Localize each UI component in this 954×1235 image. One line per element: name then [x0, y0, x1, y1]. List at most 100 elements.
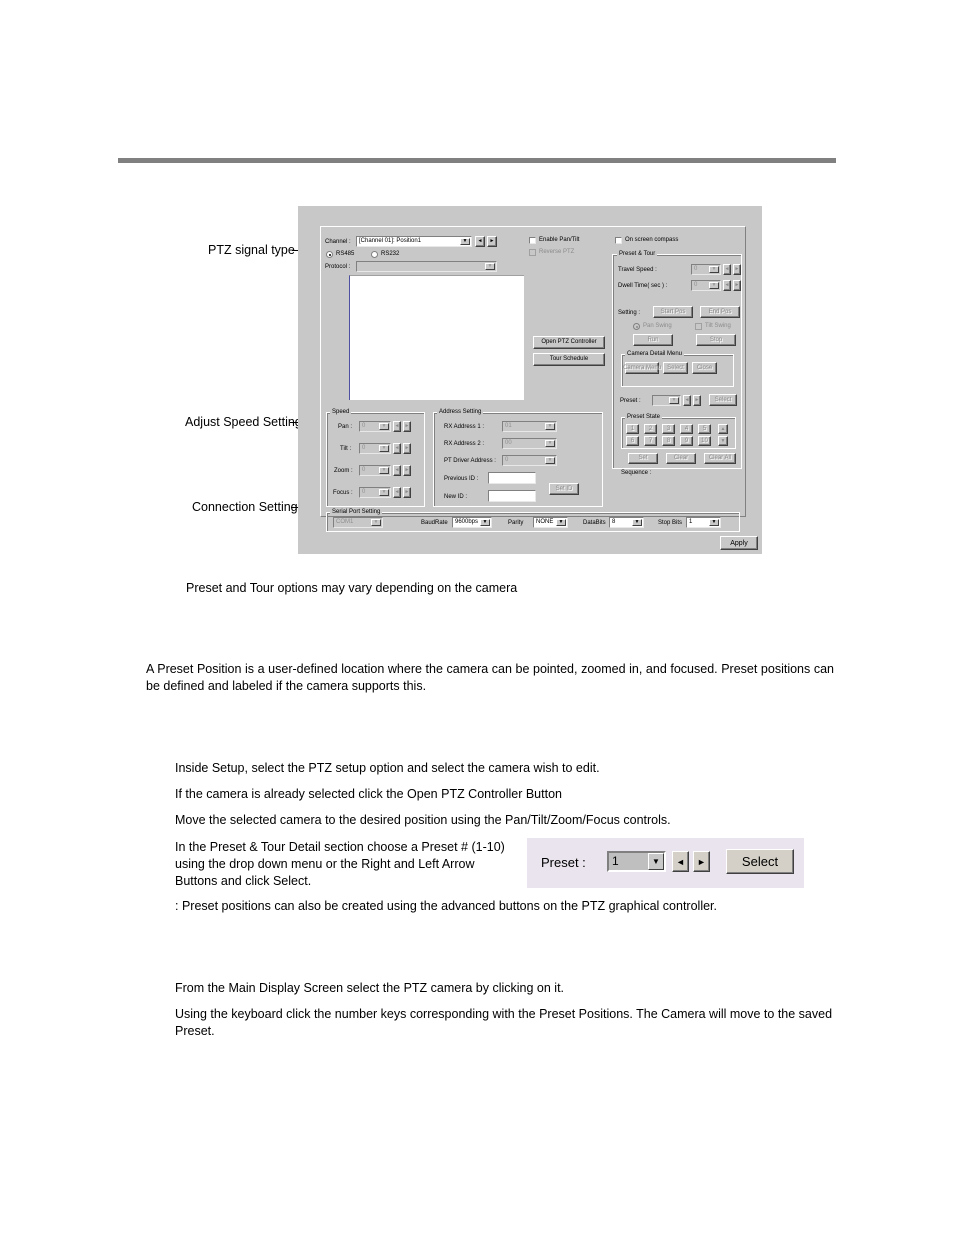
tilt-swing-radio[interactable]: Tilt Swing	[695, 322, 731, 331]
rx-address-2-combo[interactable]: 00 ▼	[502, 438, 557, 449]
preset-state-clear-button[interactable]: Clear	[666, 453, 696, 464]
camera-detail-select-button[interactable]: Select	[663, 362, 688, 374]
preset-state-clear-all-button[interactable]: Clear All	[704, 453, 736, 464]
preset-state-5[interactable]: 5	[698, 424, 711, 434]
dwell-time-combo[interactable]: 0 ▼	[691, 280, 721, 291]
sequence-label: Sequence :	[621, 470, 652, 476]
preset-select-figure: Preset : 1 ▼ ◄ ► Select	[527, 838, 804, 888]
focus-speed-combo[interactable]: 0 ▼	[359, 487, 391, 498]
parity-combo[interactable]: NONE ▼	[533, 517, 568, 528]
chevron-down-icon[interactable]: ▼	[669, 397, 679, 404]
channel-next-button[interactable]: ►	[487, 236, 497, 247]
preset-prev-button[interactable]: ◄	[683, 395, 691, 406]
zoom-speed-prev-button[interactable]: ◄	[393, 465, 401, 476]
rx-address-1-combo[interactable]: 01 ▼	[502, 421, 557, 432]
preset-state-1[interactable]: 1	[626, 424, 639, 434]
preset-state-7[interactable]: 7	[644, 436, 657, 446]
channel-prev-button[interactable]: ◄	[475, 236, 485, 247]
camera-detail-close-button[interactable]: Close	[692, 362, 717, 374]
chevron-down-icon[interactable]: ▼	[485, 263, 495, 270]
preset-state-6[interactable]: 6	[626, 436, 639, 446]
data-bits-combo[interactable]: 8 ▼	[609, 517, 644, 528]
checkbox-icon-reverse-ptz[interactable]	[529, 249, 536, 256]
tilt-speed-next-button[interactable]: ►	[403, 443, 411, 454]
chevron-down-icon[interactable]: ▼	[379, 489, 389, 496]
preset-figure-select-button[interactable]: Select	[726, 849, 794, 874]
radio-icon-rs232[interactable]	[371, 251, 378, 258]
tilt-speed-prev-button[interactable]: ◄	[393, 443, 401, 454]
tour-schedule-button[interactable]: Tour Schedule	[533, 353, 605, 366]
preset-state-3[interactable]: 3	[662, 424, 675, 434]
start-pos-button[interactable]: Start Pos	[653, 306, 693, 318]
chevron-down-icon[interactable]: ▼	[460, 238, 470, 245]
open-ptz-controller-button[interactable]: Open PTZ Controller	[533, 336, 605, 349]
focus-speed-next-button[interactable]: ►	[403, 487, 411, 498]
radio-icon-rs485[interactable]	[326, 251, 333, 258]
signal-type-rs232[interactable]: RS232	[371, 250, 399, 259]
checkbox-icon-on-screen-compass[interactable]	[615, 237, 622, 244]
chevron-down-icon[interactable]: ▼	[556, 519, 566, 526]
dwell-time-next-button[interactable]: ►	[733, 280, 741, 291]
enable-pan-tilt-checkbox[interactable]: Enable Pan/Tilt	[529, 236, 579, 245]
end-pos-button[interactable]: End Pos	[700, 306, 740, 318]
focus-speed-prev-button[interactable]: ◄	[393, 487, 401, 498]
pan-speed-prev-button[interactable]: ◄	[393, 421, 401, 432]
camera-menu-button[interactable]: Camera Menu	[623, 362, 661, 374]
preset-state-set-button[interactable]: Set	[628, 453, 658, 464]
zoom-speed-next-button[interactable]: ►	[403, 465, 411, 476]
preset-figure-combo[interactable]: 1 ▼	[607, 851, 666, 872]
preset-state-scroll-up-button[interactable]: ▲	[718, 424, 728, 434]
travel-speed-combo[interactable]: 0 ▼	[691, 264, 721, 275]
preset-figure-left-arrow-button[interactable]: ◄	[672, 851, 689, 872]
chevron-down-icon[interactable]: ▼	[709, 266, 719, 273]
chevron-down-icon[interactable]: ▼	[709, 519, 719, 526]
preset-figure-right-arrow-button[interactable]: ►	[693, 851, 710, 872]
channel-combo[interactable]: [Channel 01]: Position1 ▼	[356, 236, 472, 247]
radio-icon-pan-swing[interactable]	[633, 323, 640, 330]
radio-icon-tilt-swing[interactable]	[695, 323, 702, 330]
pan-speed-next-button[interactable]: ►	[403, 421, 411, 432]
chevron-down-icon[interactable]: ▼	[545, 440, 555, 447]
run-button[interactable]: Run	[633, 334, 673, 346]
chevron-down-icon[interactable]: ▼	[545, 423, 555, 430]
chevron-down-icon[interactable]: ▼	[545, 457, 555, 464]
chevron-down-icon[interactable]: ▼	[709, 282, 719, 289]
checkbox-icon-enable-pan-tilt[interactable]	[529, 237, 536, 244]
com-port-combo[interactable]: COM1 ▼	[333, 517, 383, 528]
apply-button[interactable]: Apply	[720, 536, 758, 550]
preset-state-10[interactable]: 10	[698, 436, 711, 446]
zoom-speed-combo[interactable]: 0 ▼	[359, 465, 391, 476]
preset-state-4[interactable]: 4	[680, 424, 693, 434]
on-screen-compass-checkbox[interactable]: On screen compass	[615, 236, 678, 245]
new-id-input[interactable]	[488, 490, 536, 502]
pt-driver-address-combo[interactable]: 0 ▼	[502, 455, 557, 466]
preset-state-2[interactable]: 2	[644, 424, 657, 434]
preset-combo[interactable]: ▼	[652, 395, 681, 406]
chevron-down-icon[interactable]: ▼	[632, 519, 642, 526]
travel-speed-prev-button[interactable]: ◄	[723, 264, 731, 275]
stop-bits-combo[interactable]: 1 ▼	[686, 517, 721, 528]
previous-id-input[interactable]	[488, 472, 536, 484]
preset-select-button[interactable]: Select	[709, 394, 737, 406]
chevron-down-icon[interactable]: ▼	[379, 423, 389, 430]
chevron-down-icon[interactable]: ▼	[371, 519, 381, 526]
preset-next-button[interactable]: ►	[693, 395, 701, 406]
chevron-down-icon[interactable]: ▼	[480, 519, 490, 526]
pan-speed-combo[interactable]: 0 ▼	[359, 421, 391, 432]
set-id-button[interactable]: Set ID	[549, 483, 579, 495]
dwell-time-prev-button[interactable]: ◄	[723, 280, 731, 291]
travel-speed-next-button[interactable]: ►	[733, 264, 741, 275]
chevron-down-icon[interactable]: ▼	[379, 445, 389, 452]
preset-state-scroll-down-button[interactable]: ▼	[718, 436, 728, 446]
preset-state-8[interactable]: 8	[662, 436, 675, 446]
reverse-ptz-checkbox[interactable]: Reverse PTZ	[529, 248, 574, 257]
preset-state-9[interactable]: 9	[680, 436, 693, 446]
protocol-combo[interactable]: ▼	[356, 261, 497, 272]
chevron-down-icon[interactable]: ▼	[379, 467, 389, 474]
chevron-down-icon[interactable]: ▼	[648, 853, 664, 870]
stop-button[interactable]: Stop	[696, 334, 736, 346]
baud-rate-combo[interactable]: 9600bps ▼	[452, 517, 492, 528]
signal-type-rs485[interactable]: RS485	[326, 250, 354, 259]
pan-swing-radio[interactable]: Pan Swing	[633, 322, 672, 331]
tilt-speed-combo[interactable]: 0 ▼	[359, 443, 391, 454]
